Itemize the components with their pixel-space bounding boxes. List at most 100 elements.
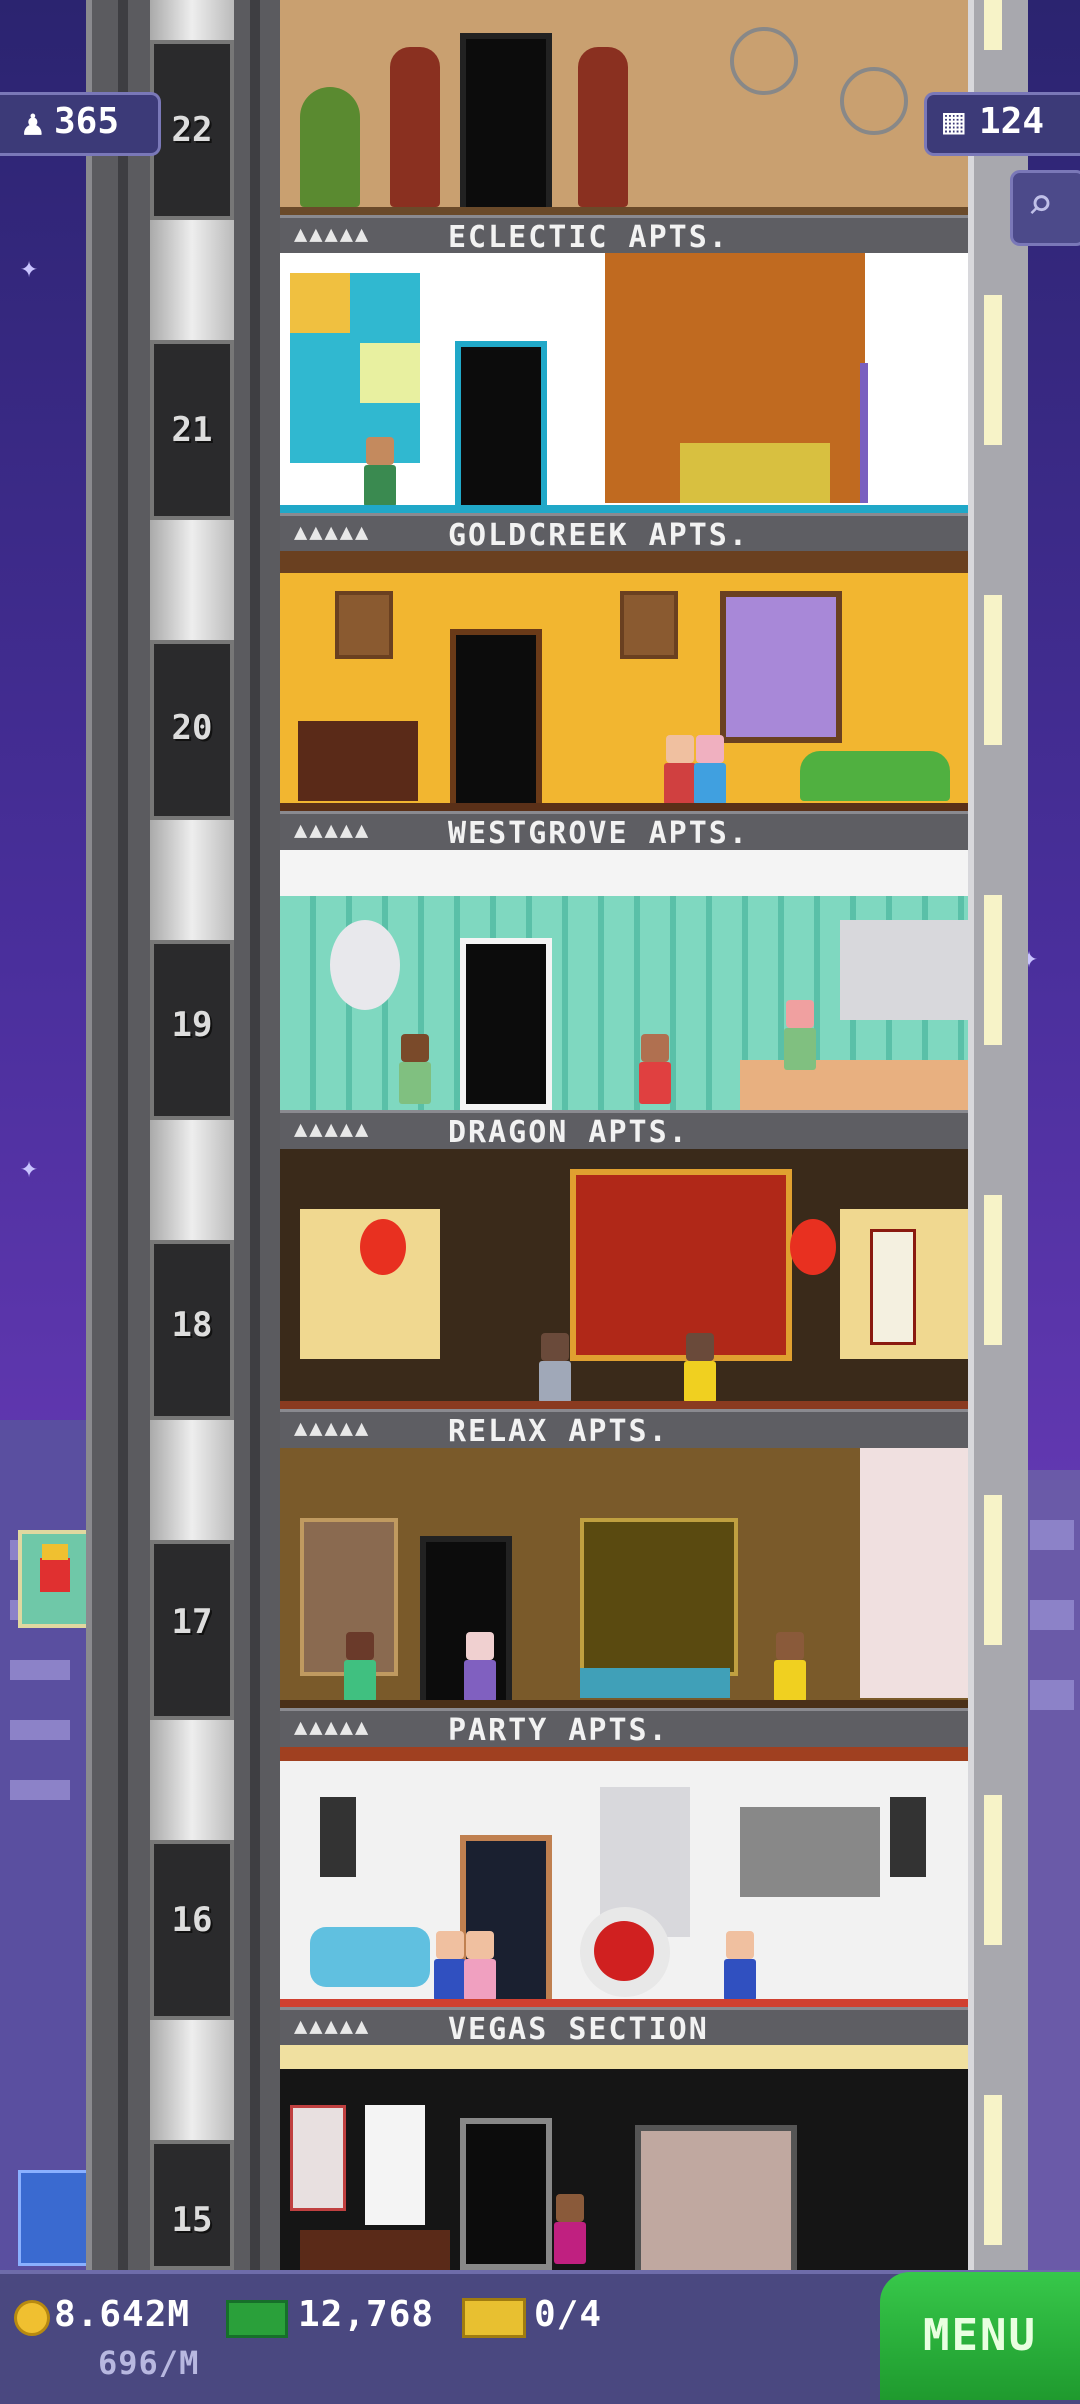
resident[interactable] [340,1632,380,1702]
search-button[interactable]: ⌕ [1010,170,1080,246]
apartment-door[interactable] [460,938,552,1110]
floor-trim [280,505,968,513]
background-sign-icon [18,2170,90,2266]
floor-trim [280,1401,968,1409]
floor-counter[interactable]: ▦ 124 [924,92,1080,156]
floor-17[interactable]: ▲▲▲▲▲ PARTY APTS. [280,1448,968,1752]
wall-light [984,1795,1002,1945]
population-counter[interactable]: ♟ 365 [0,92,161,156]
floor-number: 15 [171,2200,213,2240]
apartment-door[interactable] [460,2118,552,2270]
resident-dots: ▲▲▲▲▲ [294,1117,371,1142]
resident-dots: ▲▲▲▲▲ [294,1715,371,1740]
resident[interactable] [780,1000,820,1070]
floor-name: WESTGROVE APTS. [448,816,749,851]
resident[interactable] [680,1333,720,1403]
lantern-icon [360,1219,406,1275]
floor-trim [280,803,968,811]
vegas-lower-room[interactable] [280,2045,968,2270]
bed-icon [580,1668,730,1698]
star-icon: ✦ [20,250,39,285]
background-window [1030,1520,1074,1550]
ornate-panel-icon [580,1518,738,1676]
tiki-statue-icon [578,47,628,207]
floor-name: DRAGON APTS. [448,1115,689,1150]
mirror-icon [330,920,400,1010]
window-blinds-icon [720,591,842,743]
background-window [1030,1680,1074,1710]
poster-icon [290,2105,346,2211]
elevator-rail [250,0,260,2270]
bux-balance: 12,768 [298,2294,435,2335]
population-value: 365 [54,101,120,142]
eclectic-room[interactable] [280,0,968,215]
television-icon [298,721,418,801]
floor-name: ECLECTIC APTS. [448,220,729,255]
wall-light [984,0,1002,50]
apartment-door[interactable] [455,341,547,513]
apartment-door[interactable] [450,629,542,811]
floor-label-bar[interactable]: ▲▲▲▲▲ DRAGON APTS. [280,1110,968,1154]
counter-icon [740,1060,968,1110]
ticket-count: 0/4 [534,2294,603,2335]
sofa-icon [310,1927,430,1987]
resident-dots: ▲▲▲▲▲ [294,1416,371,1441]
wall-light [984,895,1002,1045]
floor-20[interactable]: ▲▲▲▲▲ WESTGROVE APTS. [280,551,968,855]
wall-light [984,295,1002,445]
westgrove-room[interactable] [280,551,968,811]
resident[interactable] [550,2194,590,2264]
party-room[interactable] [280,1448,968,1708]
dragon-room[interactable] [280,850,968,1110]
floor-19[interactable]: ▲▲▲▲▲ DRAGON APTS. [280,850,968,1154]
floor-number: 21 [171,410,213,450]
speaker-icon [320,1797,356,1877]
background-window [10,1780,70,1800]
bird-cage-icon [840,67,908,135]
picture-frame-icon [335,591,393,659]
floor-21[interactable]: ▲▲▲▲▲ GOLDCREEK APTS. [280,253,968,557]
resident[interactable] [635,1034,675,1104]
wall-light [984,595,1002,745]
resident[interactable] [770,1632,810,1702]
tiki-statue-icon [390,47,440,207]
sofa-icon [800,751,950,801]
fries-billboard-icon [18,1530,92,1628]
apartment-door[interactable] [460,33,552,215]
floor-label-bar[interactable]: ▲▲▲▲▲ WESTGROVE APTS. [280,811,968,855]
coin-icon [14,2300,50,2336]
floor-label-bar[interactable]: ▲▲▲▲▲ PARTY APTS. [280,1708,968,1752]
wall-light [984,1495,1002,1645]
resident[interactable] [690,735,730,805]
resident[interactable] [720,1931,760,2001]
floor-18[interactable]: ▲▲▲▲▲ RELAX APTS. [280,1149,968,1453]
curtain-icon [860,1448,968,1698]
resident[interactable] [460,1931,500,2001]
elevator-light [150,2020,234,2140]
resident[interactable] [395,1034,435,1104]
lantern-icon [790,1219,836,1275]
building-icon: ▦ [943,101,965,142]
resident[interactable] [360,437,400,507]
resident[interactable] [460,1632,500,1702]
elevator-light [150,0,234,40]
floor-label-bar[interactable]: ▲▲▲▲▲ RELAX APTS. [280,1409,968,1453]
elevator-light [150,1420,234,1540]
poster-icon [365,2105,425,2225]
resident-dots: ▲▲▲▲▲ [294,2014,371,2039]
goldcreek-room[interactable] [280,253,968,513]
floor-22[interactable]: ▲▲▲▲▲ ECLECTIC APTS. [280,0,968,259]
resident[interactable] [535,1333,575,1403]
floor-name: GOLDCREEK APTS. [448,518,749,553]
floor-name: RELAX APTS. [448,1414,669,1449]
floor-16[interactable]: ▲▲▲▲▲ VEGAS SECTION [280,1747,968,2051]
floor-15[interactable] [280,2045,968,2270]
wall-light [984,2095,1002,2245]
menu-button[interactable]: MENU [880,2272,1080,2400]
floor-number: 18 [171,1305,213,1345]
coin-balance: 8.642M [54,2294,191,2335]
person-icon: ♟ [22,103,44,144]
floor-number: 19 [171,1005,213,1045]
relax-room[interactable] [280,1149,968,1409]
vegas-room[interactable] [280,1747,968,2007]
